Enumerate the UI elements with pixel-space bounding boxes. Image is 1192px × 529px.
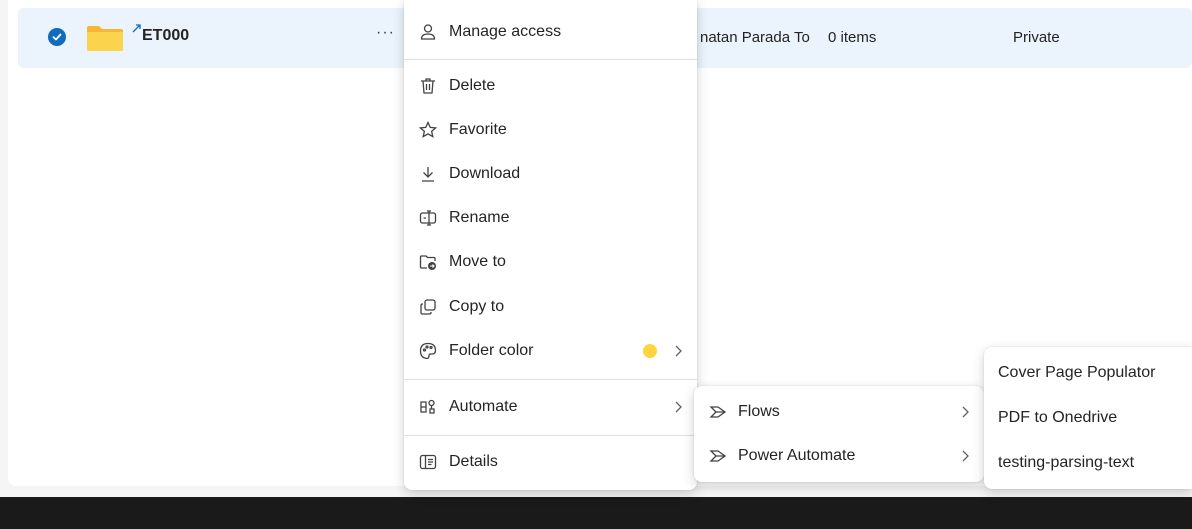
menu-item-rename[interactable]: Rename <box>404 198 697 238</box>
palette-icon <box>418 341 438 361</box>
menu-item-label: Rename <box>449 209 510 226</box>
flow-item-label: PDF to Onedrive <box>998 409 1118 426</box>
automate-submenu: Flows Power Automate <box>694 386 984 482</box>
menu-item-details[interactable]: Details <box>404 442 697 482</box>
more-options-button[interactable]: ··· <box>376 24 395 42</box>
flow-item-label: testing-parsing-text <box>998 454 1135 471</box>
bottom-bar <box>0 497 1192 529</box>
menu-divider <box>404 435 697 436</box>
menu-item-download[interactable]: Download <box>404 154 697 194</box>
menu-item-folder-color[interactable]: Folder color <box>404 331 697 371</box>
flow-icon <box>708 402 728 422</box>
automate-icon <box>418 397 438 417</box>
menu-item-move-to[interactable]: Move to <box>404 242 697 282</box>
flows-submenu: Cover Page Populator PDF to Onedrive tes… <box>984 347 1192 489</box>
download-icon <box>418 164 438 184</box>
move-folder-icon <box>418 252 438 272</box>
menu-item-label: Delete <box>449 77 496 94</box>
flow-icon <box>708 446 728 466</box>
flow-item-label: Cover Page Populator <box>998 364 1156 381</box>
chevron-right-icon <box>962 450 969 462</box>
details-icon <box>418 452 438 472</box>
chevron-right-icon <box>962 406 969 418</box>
menu-item-label: Manage access <box>449 23 562 40</box>
menu-item-favorite[interactable]: Favorite <box>404 110 697 150</box>
flow-item-cover-page-populator[interactable]: Cover Page Populator <box>984 353 1192 393</box>
selected-check-icon[interactable] <box>48 28 66 46</box>
flow-item-pdf-to-onedrive[interactable]: PDF to Onedrive <box>984 398 1192 438</box>
copy-icon <box>418 297 438 317</box>
menu-item-label: Folder color <box>449 342 534 359</box>
chevron-right-icon <box>675 345 682 357</box>
menu-item-label: Download <box>449 165 521 182</box>
folder-color-swatch <box>643 344 657 358</box>
new-item-icon <box>132 20 142 33</box>
submenu-item-flows[interactable]: Flows <box>694 392 984 432</box>
trash-icon <box>418 76 438 96</box>
menu-item-manage-access[interactable]: Manage access <box>404 12 697 52</box>
submenu-item-label: Power Automate <box>738 447 856 464</box>
menu-divider <box>404 379 697 380</box>
row-sharing: Private <box>1013 29 1060 46</box>
menu-item-label: Move to <box>449 253 506 270</box>
menu-item-delete[interactable]: Delete <box>404 66 697 106</box>
menu-divider <box>404 59 697 60</box>
rename-icon <box>418 208 438 228</box>
row-item-count: 0 items <box>828 29 877 46</box>
flow-item-testing-parsing-text[interactable]: testing-parsing-text <box>984 443 1192 483</box>
folder-icon <box>86 24 124 52</box>
star-icon <box>418 120 438 140</box>
menu-item-label: Copy to <box>449 298 505 315</box>
row-name[interactable]: ET000 <box>142 27 189 45</box>
menu-item-label: Automate <box>449 398 518 415</box>
menu-item-label: Details <box>449 453 498 470</box>
menu-item-label: Favorite <box>449 121 507 138</box>
menu-item-copy-to[interactable]: Copy to <box>404 287 697 327</box>
submenu-item-power-automate[interactable]: Power Automate <box>694 436 984 476</box>
row-owner: natan Parada To <box>700 29 810 46</box>
chevron-right-icon <box>675 401 682 413</box>
submenu-item-label: Flows <box>738 403 780 420</box>
person-icon <box>418 22 438 42</box>
context-menu: Manage access Delete Favorite Download R… <box>404 0 697 490</box>
menu-item-automate[interactable]: Automate <box>404 387 697 427</box>
